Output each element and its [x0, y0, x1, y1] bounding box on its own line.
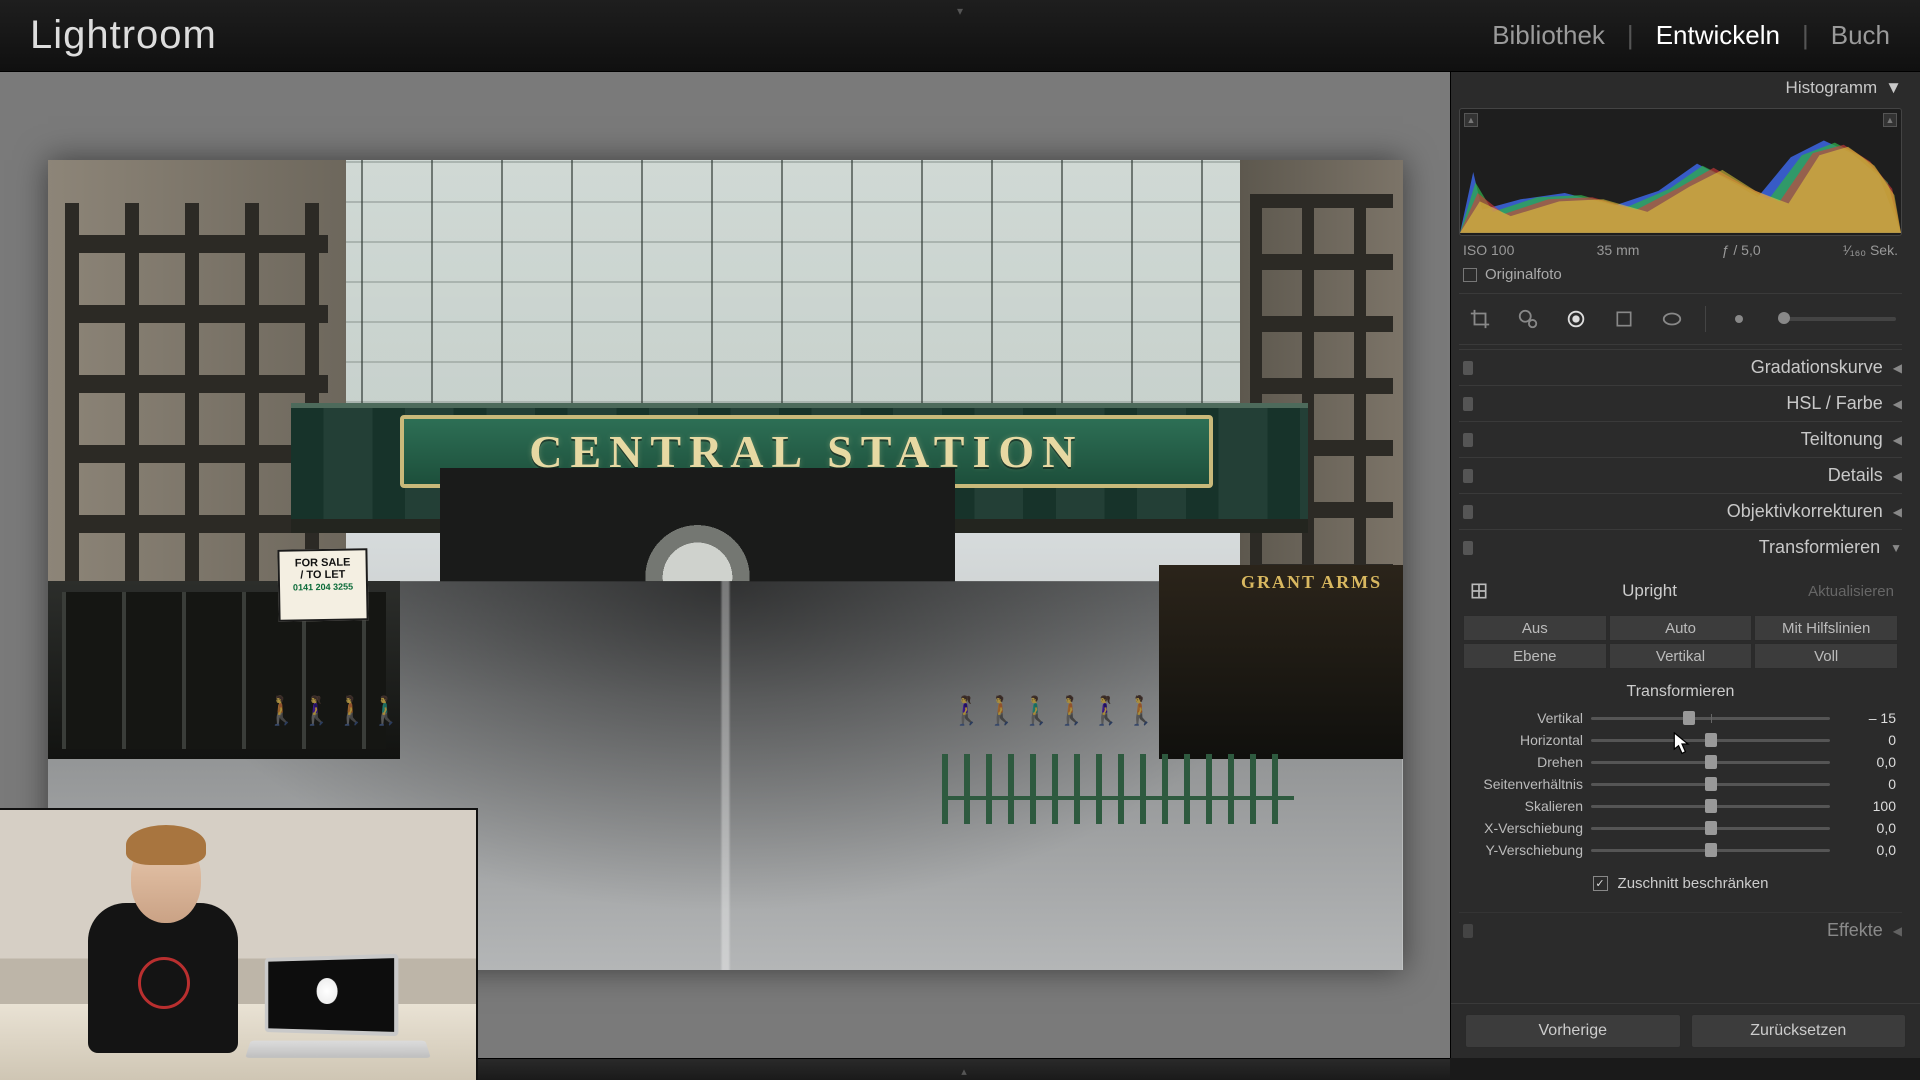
section-hsl[interactable]: HSL / Farbe◀ [1459, 385, 1902, 421]
slider-vertical[interactable]: Vertikal – 15 [1463, 707, 1898, 729]
meta-iso: ISO 100 [1463, 242, 1514, 258]
local-tools-strip [1459, 293, 1902, 345]
module-develop[interactable]: Entwickeln [1656, 20, 1780, 51]
original-photo-label: Originalfoto [1485, 266, 1562, 283]
section-transform[interactable]: Transformieren▼ [1459, 529, 1902, 565]
histogram-svg [1460, 109, 1901, 235]
slider-scale[interactable]: Skalieren 100 [1463, 795, 1898, 817]
shadow-clipping-icon[interactable]: ▲ [1464, 113, 1478, 127]
upright-auto-button[interactable]: Auto [1609, 615, 1753, 641]
upright-off-button[interactable]: Aus [1463, 615, 1607, 641]
checkmark-icon[interactable]: ✓ [1593, 876, 1608, 891]
upright-full-button[interactable]: Voll [1754, 643, 1898, 669]
upright-mode-buttons: Aus Auto Mit Hilfslinien Ebene Vertikal … [1463, 615, 1898, 669]
module-library[interactable]: Bibliothek [1492, 20, 1605, 51]
highlight-clipping-icon[interactable]: ▲ [1883, 113, 1897, 127]
constrain-crop-label: Zuschnitt beschränken [1618, 875, 1769, 892]
slider-horizontal[interactable]: Horizontal 0 [1463, 729, 1898, 751]
chevron-down-icon: ▼ [1885, 78, 1902, 98]
checkbox-icon[interactable] [1463, 268, 1477, 282]
section-split-toning[interactable]: Teiltonung◀ [1459, 421, 1902, 457]
panel-collapse-top-icon[interactable]: ▾ [957, 4, 963, 18]
histogram-metadata: ISO 100 35 mm ƒ / 5,0 ¹⁄₁₆₀ Sek. [1459, 236, 1902, 262]
section-detail[interactable]: Details◀ [1459, 457, 1902, 493]
upright-update-link[interactable]: Aktualisieren [1808, 583, 1894, 600]
transform-sliders-title: Transformieren [1463, 683, 1898, 701]
histogram-header[interactable]: Histogramm ▼ [1459, 72, 1902, 104]
upright-guided-button[interactable]: Mit Hilfslinien [1754, 615, 1898, 641]
photo-pub-sign: GRANT ARMS [1241, 573, 1382, 591]
app-header: ▾ Lightroom Bibliothek | Entwickeln | Bu… [0, 0, 1920, 72]
meta-aperture: ƒ / 5,0 [1722, 242, 1761, 258]
module-picker: Bibliothek | Entwickeln | Buch [1492, 20, 1890, 51]
upright-label: Upright [1622, 581, 1677, 601]
radial-filter-icon[interactable] [1657, 304, 1687, 334]
reset-button[interactable]: Zurücksetzen [1691, 1014, 1907, 1048]
histogram-title: Histogramm [1786, 78, 1878, 98]
graduated-filter-icon[interactable] [1609, 304, 1639, 334]
develop-right-panel: Histogramm ▼ ▲ ▲ ISO 100 35 mm ƒ / 5,0 ¹… [1450, 72, 1920, 1058]
upright-vertical-button[interactable]: Vertikal [1609, 643, 1753, 669]
transform-panel-body: Upright Aktualisieren Aus Auto Mit Hilfs… [1459, 565, 1902, 912]
upright-guided-icon[interactable] [1467, 579, 1491, 603]
section-effects[interactable]: Effekte◀ [1459, 912, 1902, 948]
histogram-display[interactable]: ▲ ▲ [1459, 108, 1902, 236]
module-separator: | [1627, 20, 1634, 51]
original-photo-checkbox-row[interactable]: Originalfoto [1459, 262, 1902, 293]
upright-level-button[interactable]: Ebene [1463, 643, 1607, 669]
constrain-crop-row[interactable]: ✓ Zuschnitt beschränken [1463, 875, 1898, 892]
photo-people: 🚶‍♀️🚶🚶‍♂️🚶🚶‍♀️🚶 [949, 694, 1158, 727]
spot-removal-icon[interactable] [1513, 304, 1543, 334]
photo-people: 🚶🚶‍♀️🚶🚶‍♂️ [264, 694, 403, 727]
slider-aspect[interactable]: Seitenverhältnis 0 [1463, 773, 1898, 795]
webcam-overlay [0, 808, 478, 1080]
crop-tool-icon[interactable] [1465, 304, 1495, 334]
slider-rotate[interactable]: Drehen 0,0 [1463, 751, 1898, 773]
slider-x-offset[interactable]: X-Verschiebung 0,0 [1463, 817, 1898, 839]
brush-tool-icon[interactable] [1724, 304, 1754, 334]
section-tone-curve[interactable]: Gradationskurve◀ [1459, 349, 1902, 385]
redeye-tool-icon[interactable] [1561, 304, 1591, 334]
app-title: Lightroom [30, 13, 217, 58]
photo-forsale-sign: FOR SALE/ TO LET 0141 204 3255 [277, 548, 368, 622]
filmstrip-collapsed[interactable] [478, 1058, 1450, 1080]
mask-amount-slider[interactable] [1778, 317, 1896, 321]
module-book[interactable]: Buch [1831, 20, 1890, 51]
panel-footer-buttons: Vorherige Zurücksetzen [1451, 1003, 1920, 1058]
previous-button[interactable]: Vorherige [1465, 1014, 1681, 1048]
module-separator: | [1802, 20, 1809, 51]
meta-shutter: ¹⁄₁₆₀ Sek. [1843, 242, 1898, 258]
meta-focal: 35 mm [1597, 242, 1640, 258]
slider-y-offset[interactable]: Y-Verschiebung 0,0 [1463, 839, 1898, 861]
section-lens-corrections[interactable]: Objektivkorrekturen◀ [1459, 493, 1902, 529]
